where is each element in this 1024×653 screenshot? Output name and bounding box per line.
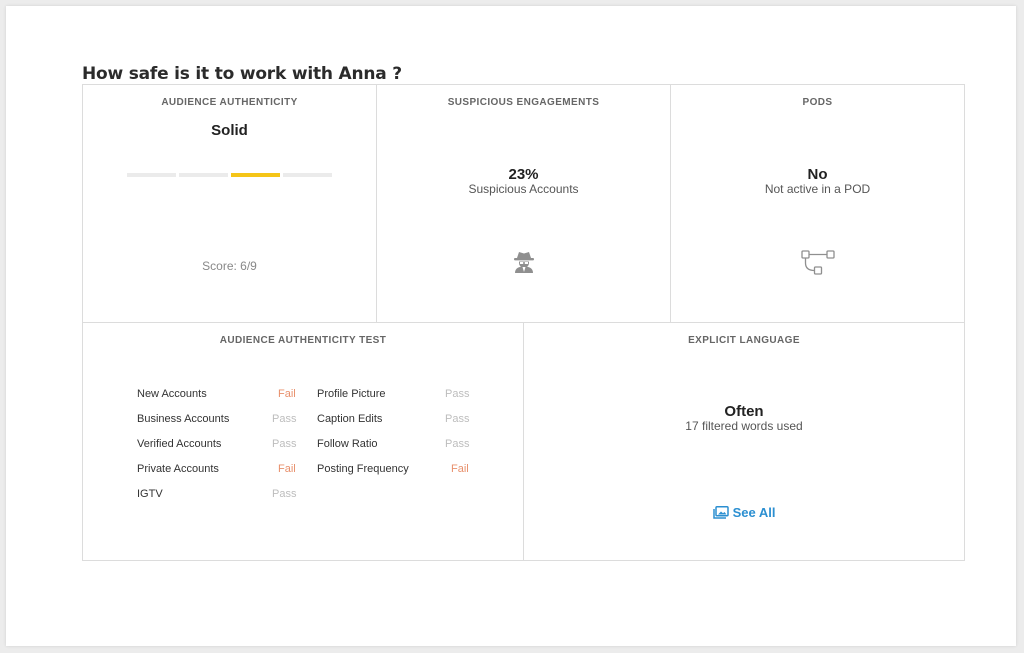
pods-card: PODS No Not active in a POD <box>671 85 964 323</box>
level-segment <box>283 173 332 177</box>
test-label: Follow Ratio <box>317 438 378 450</box>
test-result: Fail <box>278 388 296 400</box>
card-header: EXPLICIT LANGUAGE <box>688 335 800 346</box>
pods-caption: Not active in a POD <box>764 182 871 196</box>
test-result: Fail <box>278 463 296 475</box>
test-label: New Accounts <box>137 388 207 400</box>
authenticity-score: Score: 6/9 <box>202 259 257 273</box>
page-frame: How safe is it to work with Anna ? AUDIE… <box>6 6 1016 646</box>
safety-grid: AUDIENCE AUTHENTICITY Solid Score: 6/9 S… <box>82 84 965 561</box>
test-result: Pass <box>445 438 470 450</box>
see-all-label: See All <box>732 505 776 520</box>
network-icon <box>800 249 836 282</box>
test-result: Pass <box>272 413 297 425</box>
authenticity-rating: Solid <box>211 122 248 139</box>
card-header: SUSPICIOUS ENGAGEMENTS <box>447 97 600 108</box>
card-header: PODS <box>802 97 833 108</box>
explicit-caption: 17 filtered words used <box>685 419 803 433</box>
gallery-icon <box>712 506 729 519</box>
test-label: Business Accounts <box>137 413 230 425</box>
level-segment <box>231 173 280 177</box>
see-all-link[interactable]: See All <box>524 505 964 520</box>
explicit-value: Often <box>724 403 764 420</box>
level-segment <box>179 173 228 177</box>
test-result: Pass <box>445 413 470 425</box>
authenticity-level-bar <box>127 173 332 177</box>
test-label: IGTV <box>137 488 163 500</box>
test-label: Verified Accounts <box>137 438 222 450</box>
suspicious-engagements-card: SUSPICIOUS ENGAGEMENTS 23% Suspicious Ac… <box>377 85 671 323</box>
page-title: How safe is it to work with Anna ? <box>82 64 402 84</box>
card-header: AUDIENCE AUTHENTICITY TEST <box>219 335 387 346</box>
test-label: Profile Picture <box>317 388 386 400</box>
level-segment <box>127 173 176 177</box>
audience-authenticity-card: AUDIENCE AUTHENTICITY Solid Score: 6/9 <box>83 85 377 323</box>
spy-icon <box>512 249 536 278</box>
suspicious-caption: Suspicious Accounts <box>468 182 579 196</box>
test-label: Caption Edits <box>317 413 383 425</box>
test-label: Private Accounts <box>137 463 219 475</box>
test-result: Pass <box>272 488 297 500</box>
card-header: AUDIENCE AUTHENTICITY <box>161 97 298 108</box>
suspicious-value: 23% <box>508 166 539 183</box>
explicit-language-card: EXPLICIT LANGUAGE Often 17 filtered word… <box>524 323 964 560</box>
test-result: Pass <box>272 438 297 450</box>
test-result: Fail <box>451 463 469 475</box>
pods-value: No <box>807 166 828 183</box>
test-result: Pass <box>445 388 470 400</box>
test-label: Posting Frequency <box>317 463 409 475</box>
authenticity-test-card: AUDIENCE AUTHENTICITY TEST New Accounts … <box>83 323 524 560</box>
